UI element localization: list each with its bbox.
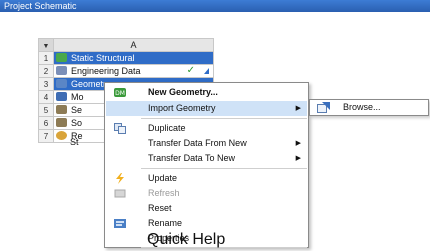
row-number: 6 bbox=[38, 116, 54, 130]
status-corner-icon bbox=[204, 68, 209, 74]
static-structural-icon bbox=[56, 53, 67, 62]
cell-label: Engineering Data bbox=[71, 66, 141, 76]
table-row[interactable]: 2 Engineering Data ✓ bbox=[38, 64, 214, 78]
menu-separator bbox=[141, 118, 307, 119]
duplicate-icon bbox=[114, 123, 126, 134]
row-number: 7 bbox=[38, 129, 54, 143]
svg-text:DM: DM bbox=[115, 90, 125, 97]
lightning-icon bbox=[116, 173, 124, 184]
system-collapse-toggle[interactable]: ▼ bbox=[38, 38, 54, 52]
status-check-icon: ✓ bbox=[186, 65, 195, 76]
row-number: 5 bbox=[38, 103, 54, 117]
designmodeler-icon: DM bbox=[114, 88, 126, 97]
solution-icon bbox=[56, 118, 67, 127]
system-header-row: ▼ A bbox=[38, 38, 214, 52]
submenu-arrow-icon: ▶ bbox=[295, 140, 301, 147]
menu-item-duplicate[interactable]: Duplicate bbox=[106, 121, 307, 136]
row-number: 3 bbox=[38, 77, 54, 91]
cell-static-structural[interactable]: Static Structural bbox=[53, 51, 214, 65]
submenu-arrow-icon: ▶ bbox=[295, 105, 301, 112]
cell-label: So bbox=[71, 118, 83, 128]
model-icon bbox=[56, 92, 67, 101]
row-number: 4 bbox=[38, 90, 54, 104]
system-name-label[interactable]: St bbox=[70, 137, 79, 147]
menu-item-new-geometry[interactable]: DM New Geometry... bbox=[106, 85, 307, 100]
column-header: A bbox=[53, 38, 214, 52]
results-icon bbox=[56, 131, 67, 140]
cell-label: Mo bbox=[71, 92, 84, 102]
context-menu: DM New Geometry... Import Geometry ▶ Dup… bbox=[104, 82, 309, 248]
browse-icon bbox=[317, 102, 330, 113]
import-geometry-submenu: Browse... bbox=[309, 99, 429, 116]
rename-icon bbox=[114, 219, 126, 228]
menu-separator bbox=[141, 168, 307, 169]
cell-label: Static Structural bbox=[71, 53, 135, 63]
menu-item-quick-help[interactable]: Quick Help bbox=[105, 232, 306, 248]
cell-label: Se bbox=[71, 105, 83, 115]
menu-item-update[interactable]: Update bbox=[106, 171, 307, 186]
menu-item-refresh[interactable]: Refresh bbox=[106, 186, 307, 201]
cell-engineering-data[interactable]: Engineering Data ✓ bbox=[53, 64, 214, 78]
menu-item-import-geometry[interactable]: Import Geometry ▶ bbox=[106, 101, 307, 116]
window-title: Project Schematic bbox=[0, 0, 430, 12]
row-number: 2 bbox=[38, 64, 54, 78]
menu-item-rename[interactable]: Rename bbox=[106, 216, 307, 231]
submenu-item-browse[interactable]: Browse... bbox=[310, 100, 428, 115]
geometry-icon bbox=[56, 79, 67, 88]
row-number: 1 bbox=[38, 51, 54, 65]
submenu-arrow-icon: ▶ bbox=[295, 155, 301, 162]
table-row[interactable]: 1 Static Structural bbox=[38, 51, 214, 65]
menu-item-transfer-from-new[interactable]: Transfer Data From New ▶ bbox=[106, 136, 307, 151]
refresh-icon bbox=[114, 189, 126, 198]
engineering-data-icon bbox=[56, 66, 67, 75]
menu-item-transfer-to-new[interactable]: Transfer Data To New ▶ bbox=[106, 151, 307, 166]
setup-icon bbox=[56, 105, 67, 114]
menu-item-reset[interactable]: Reset bbox=[106, 201, 307, 216]
